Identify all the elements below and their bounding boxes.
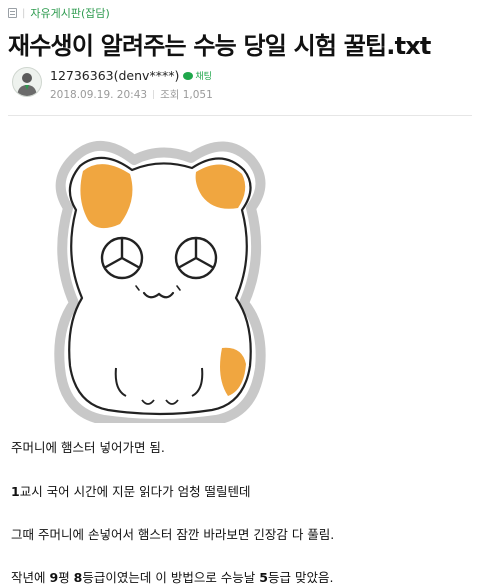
paragraph-2: 1교시 국어 시간에 지문 읽다가 엄청 떨릴텐데 bbox=[11, 481, 251, 500]
paragraph-4-mid-1: 평 bbox=[58, 570, 74, 585]
author-nickname[interactable]: 12736363(denv****) bbox=[50, 68, 179, 83]
chat-label: 채팅 bbox=[195, 72, 212, 82]
paragraph-4-prefix: 작년에 bbox=[11, 570, 50, 585]
chat-bubble-icon bbox=[183, 71, 194, 80]
author-section: 12736363(denv****) 채팅 2018.09.19. 20:43 … bbox=[12, 67, 213, 102]
person-icon bbox=[17, 73, 37, 96]
chat-button[interactable]: 채팅 bbox=[183, 69, 212, 82]
board-name-link[interactable]: 자유게시판(잡담) bbox=[30, 5, 109, 21]
meta-divider bbox=[153, 90, 155, 99]
paragraph-2-text: 교시 국어 시간에 지문 읽다가 엄청 떨릴텐데 bbox=[19, 484, 251, 499]
hamster-sticker-image bbox=[46, 138, 274, 429]
paragraph-4-bold-1: 9 bbox=[49, 570, 59, 585]
paragraph-4-mid-2: 등급이였는데 이 방법으로 수능날 bbox=[82, 570, 260, 585]
post-date: 2018.09.19. 20:43 bbox=[50, 88, 148, 101]
view-count: 조회 1,051 bbox=[160, 89, 213, 101]
board-list-icon bbox=[8, 8, 17, 18]
paragraph-1: 주머니에 햄스터 넣어가면 됨. bbox=[11, 440, 165, 455]
paragraph-2-bold: 1 bbox=[11, 484, 20, 499]
avatar[interactable] bbox=[12, 67, 42, 97]
paragraph-3: 그때 주머니에 손넣어서 햄스터 잠깐 바라보면 긴장감 다 풀림. bbox=[11, 527, 335, 542]
post-title: 재수생이 알려주는 수능 당일 시험 꿀팁.txt bbox=[8, 32, 431, 60]
header-divider bbox=[8, 115, 472, 116]
paragraph-4-bold-3: 5 bbox=[259, 570, 268, 585]
board-breadcrumb[interactable]: | 자유게시판(잡담) bbox=[8, 5, 110, 21]
paragraph-4-suffix: 등급 맞았음. bbox=[267, 570, 334, 585]
breadcrumb-separator: | bbox=[22, 7, 26, 19]
paragraph-4: 작년에 9평 8등급이였는데 이 방법으로 수능날 5등급 맞았음. bbox=[11, 567, 333, 586]
